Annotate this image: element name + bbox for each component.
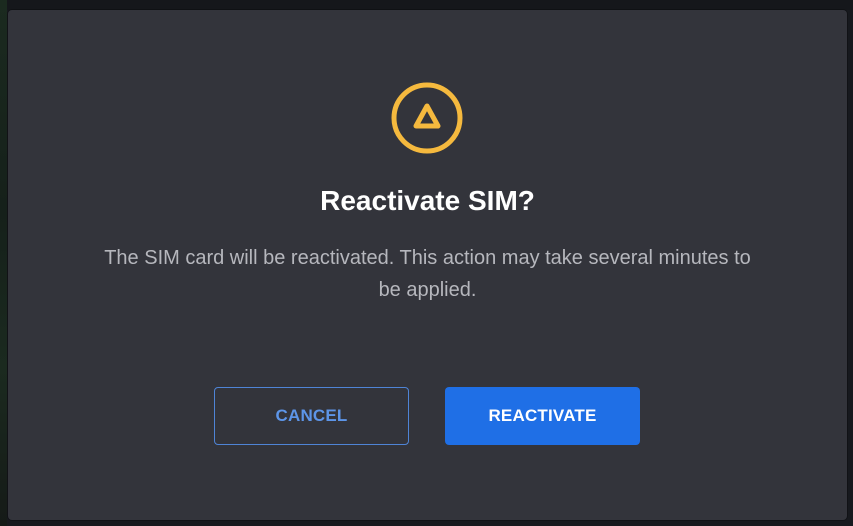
cancel-button[interactable]: CANCEL xyxy=(214,387,409,445)
reactivate-sim-dialog: Reactivate SIM? The SIM card will be rea… xyxy=(8,10,847,520)
reactivate-button[interactable]: REACTIVATE xyxy=(445,387,640,445)
backdrop-left-edge xyxy=(0,0,7,526)
backdrop-top-strip xyxy=(0,0,853,10)
warning-triangle-icon xyxy=(391,82,463,154)
dialog-message: The SIM card will be reactivated. This a… xyxy=(104,247,751,301)
reactivate-button-label: REACTIVATE xyxy=(488,406,597,425)
cancel-button-label: CANCEL xyxy=(275,406,348,425)
dialog-title: Reactivate SIM? xyxy=(320,185,535,216)
